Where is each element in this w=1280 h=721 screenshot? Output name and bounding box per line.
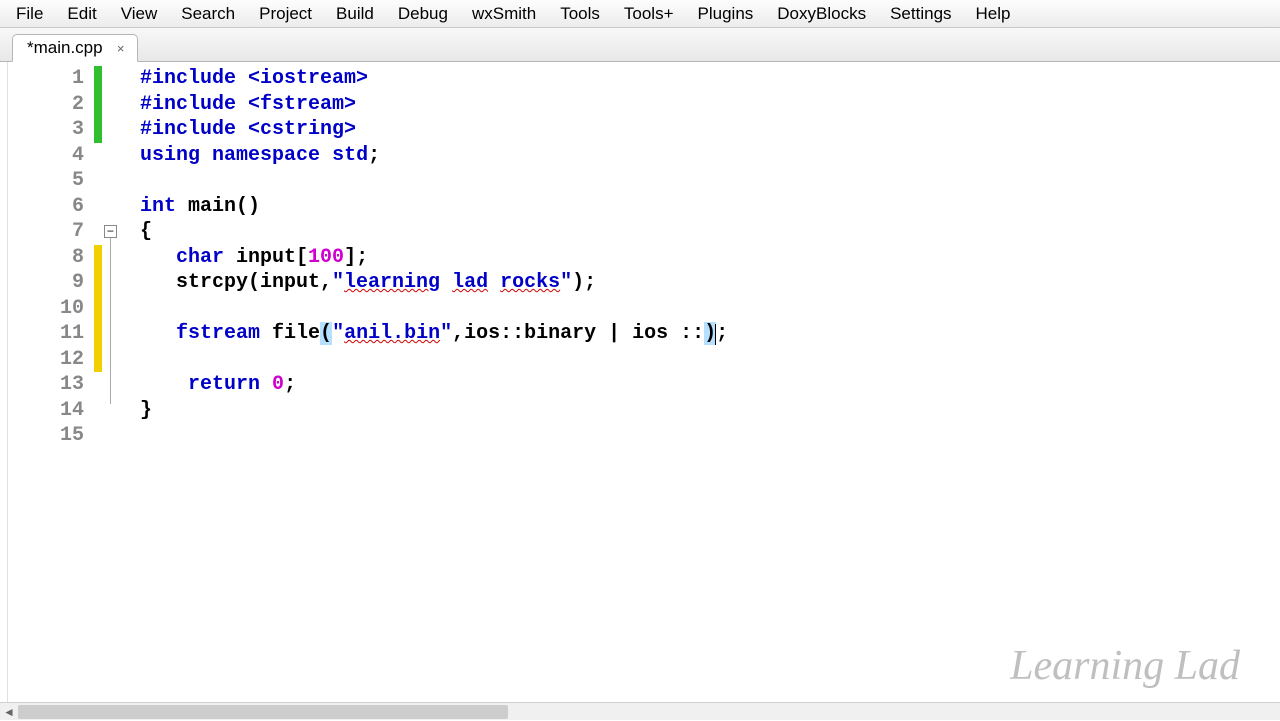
- tab-main-cpp[interactable]: *main.cpp ×: [12, 34, 138, 62]
- change-indicator-bar: [94, 62, 102, 702]
- menu-wxsmith[interactable]: wxSmith: [460, 2, 548, 26]
- scroll-left-icon[interactable]: ◄: [0, 703, 18, 721]
- code-line[interactable]: [140, 347, 1280, 373]
- code-line[interactable]: #include <fstream>: [140, 92, 1280, 118]
- gutter: [0, 62, 8, 702]
- code-line[interactable]: int main(): [140, 194, 1280, 220]
- menu-build[interactable]: Build: [324, 2, 386, 26]
- menu-project[interactable]: Project: [247, 2, 324, 26]
- menu-plugins[interactable]: Plugins: [686, 2, 766, 26]
- line-number-gutter: 123456789101112131415: [8, 62, 94, 702]
- horizontal-scrollbar[interactable]: ◄: [0, 702, 1280, 720]
- menu-edit[interactable]: Edit: [55, 2, 108, 26]
- menu-file[interactable]: File: [4, 2, 55, 26]
- menu-search[interactable]: Search: [169, 2, 247, 26]
- tab-label: *main.cpp: [27, 38, 103, 58]
- menu-bar: FileEditViewSearchProjectBuildDebugwxSmi…: [0, 0, 1280, 28]
- code-line[interactable]: [140, 423, 1280, 449]
- code-editor[interactable]: 123456789101112131415 − #include <iostre…: [0, 62, 1280, 702]
- code-line[interactable]: return 0;: [140, 372, 1280, 398]
- code-line[interactable]: [140, 168, 1280, 194]
- code-line[interactable]: char input[100];: [140, 245, 1280, 271]
- code-line[interactable]: }: [140, 398, 1280, 424]
- fold-line: [110, 238, 111, 404]
- menu-settings[interactable]: Settings: [878, 2, 963, 26]
- code-line[interactable]: strcpy(input,"learning lad rocks");: [140, 270, 1280, 296]
- menu-help[interactable]: Help: [964, 2, 1023, 26]
- close-icon[interactable]: ×: [113, 40, 129, 56]
- menu-tools[interactable]: Tools+: [612, 2, 686, 26]
- tab-bar: *main.cpp ×: [0, 28, 1280, 62]
- scroll-track[interactable]: [18, 703, 1280, 721]
- code-area[interactable]: #include <iostream>#include <fstream>#in…: [120, 62, 1280, 702]
- code-line[interactable]: #include <cstring>: [140, 117, 1280, 143]
- menu-view[interactable]: View: [109, 2, 170, 26]
- code-line[interactable]: {: [140, 219, 1280, 245]
- fold-toggle-icon[interactable]: −: [104, 225, 117, 238]
- code-line[interactable]: fstream file("anil.bin",ios::binary | io…: [140, 321, 1280, 347]
- menu-doxyblocks[interactable]: DoxyBlocks: [765, 2, 878, 26]
- code-line[interactable]: #include <iostream>: [140, 66, 1280, 92]
- code-line[interactable]: [140, 296, 1280, 322]
- scroll-thumb[interactable]: [18, 705, 508, 719]
- code-line[interactable]: using namespace std;: [140, 143, 1280, 169]
- menu-tools[interactable]: Tools: [548, 2, 612, 26]
- menu-debug[interactable]: Debug: [386, 2, 460, 26]
- fold-gutter: −: [102, 62, 120, 702]
